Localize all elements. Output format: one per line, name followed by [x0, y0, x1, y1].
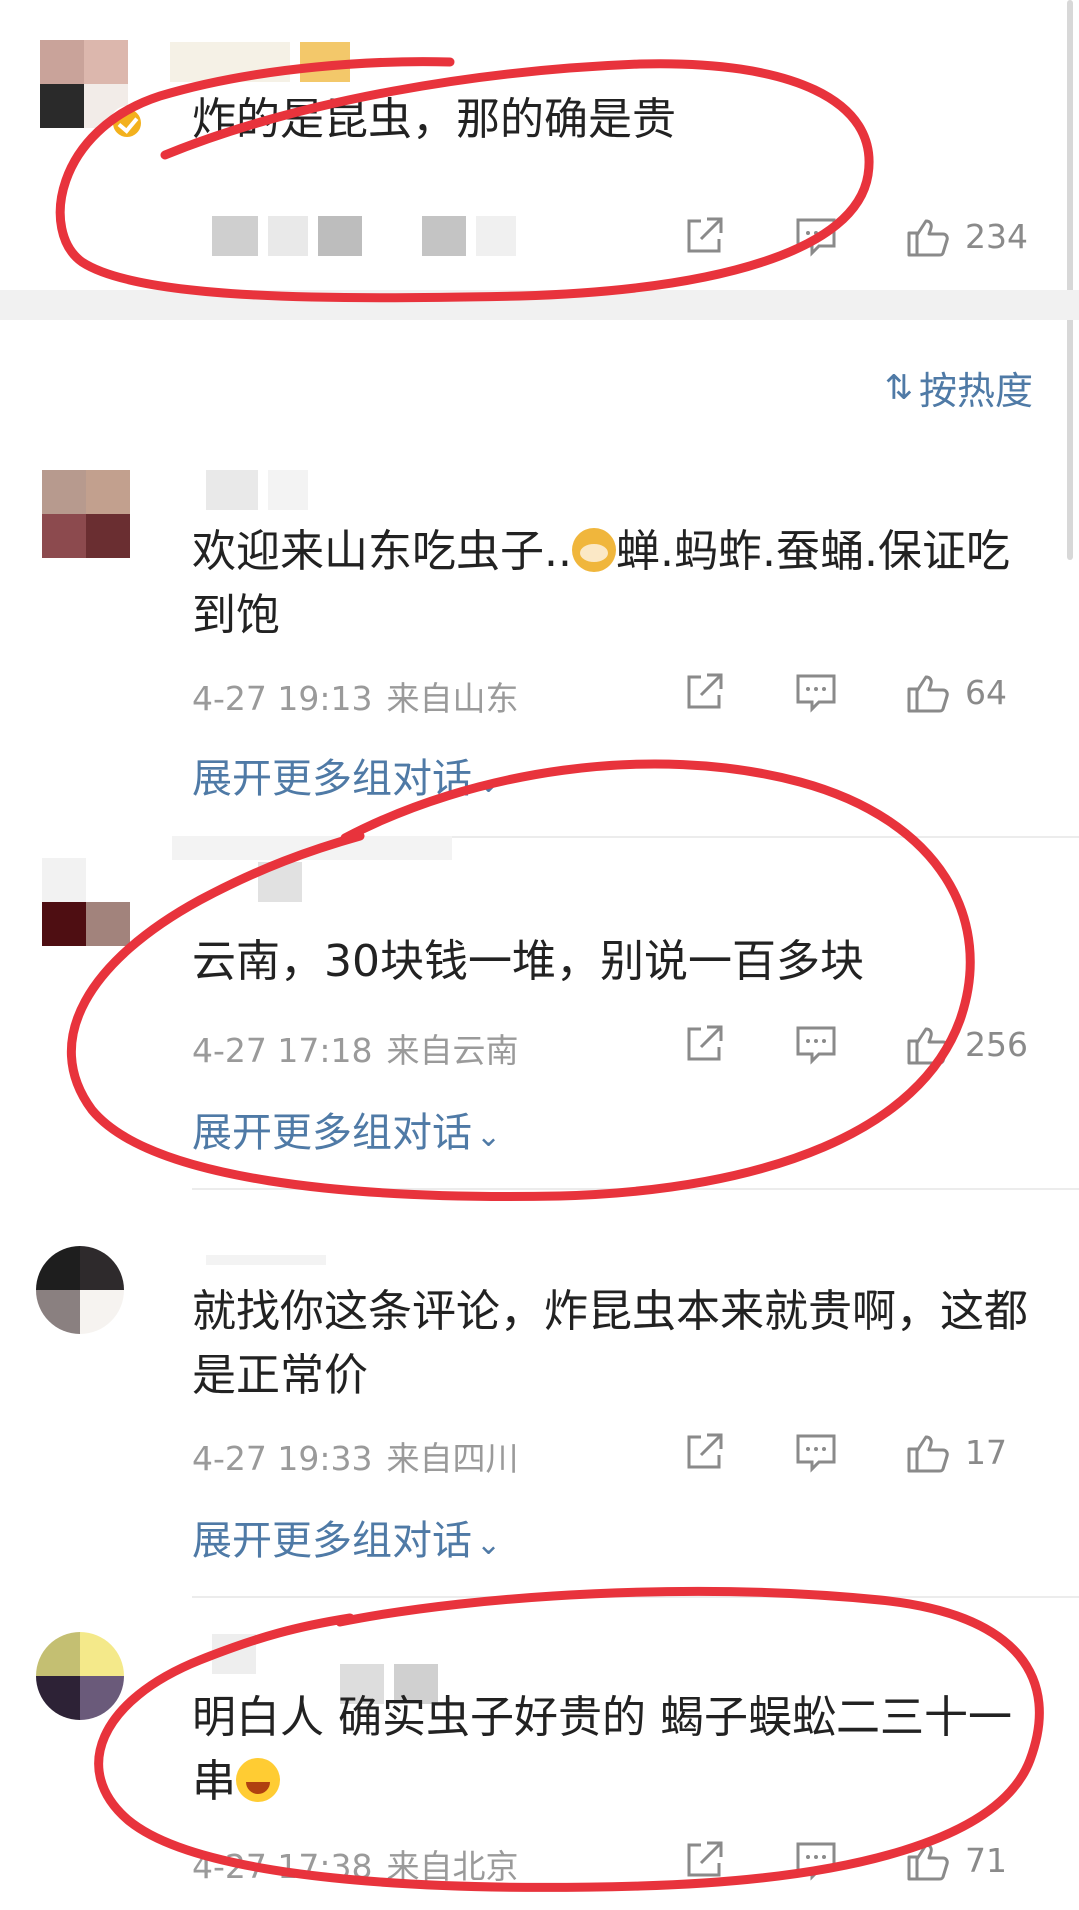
thumbs-up-icon[interactable]: [905, 1837, 951, 1883]
comment-time: 4-27 19:33: [192, 1439, 373, 1478]
share-icon[interactable]: [681, 1021, 727, 1067]
username-blurred[interactable]: [170, 42, 360, 82]
sort-by-hot-button[interactable]: ⇅ 按热度: [884, 360, 1033, 415]
verified-badge-icon: [110, 106, 144, 140]
laughing-tears-emoji-icon: [236, 1758, 280, 1802]
doge-emoji-icon: [571, 528, 616, 572]
like-count: 17: [965, 1432, 1007, 1472]
comment-icon[interactable]: [793, 1429, 839, 1475]
comment-meta: 4-27 17:18 来自云南: [192, 1024, 519, 1072]
comment-actions: 256: [681, 1016, 1035, 1072]
scrollbar[interactable]: [1067, 0, 1073, 560]
username-blurred: [258, 862, 312, 902]
comment-meta: 4-27 17:38 来自北京: [192, 1840, 519, 1888]
avatar[interactable]: [36, 1246, 124, 1334]
share-icon[interactable]: [681, 669, 727, 715]
username-blurred[interactable]: [206, 470, 318, 510]
expand-label: 展开更多组对话: [192, 1110, 472, 1156]
chevron-down-icon: ⌄: [476, 1119, 502, 1154]
comment-actions: 17: [681, 1424, 1035, 1480]
comment-actions: 234: [681, 208, 1035, 264]
thumbs-up-icon[interactable]: [905, 1429, 951, 1475]
thumbs-up-icon[interactable]: [905, 213, 951, 259]
thumbs-up-icon[interactable]: [905, 1021, 951, 1067]
comment-text: 明白人 确实虫子好贵的 蝎子蜈蚣二三十一串: [192, 1686, 1032, 1814]
comment-text: 炸的是昆虫，那的确是贵: [192, 94, 676, 145]
username-blurred[interactable]: [212, 1634, 266, 1674]
chevron-down-icon: ⌄: [476, 765, 502, 800]
comment-time: 4-27 17:38: [192, 1847, 373, 1886]
comment-time: 4-27 19:13: [192, 679, 373, 718]
comment-icon[interactable]: [793, 213, 839, 259]
sort-label: 按热度: [918, 369, 1033, 413]
chevron-down-icon: ⌄: [476, 1527, 502, 1562]
comment-time: 4-27 17:18: [192, 1031, 373, 1070]
comment-meta: 4-27 19:33 来自四川: [192, 1432, 519, 1480]
avatar[interactable]: [42, 858, 130, 946]
expand-label: 展开更多组对话: [192, 1518, 472, 1564]
comment-actions: 71: [681, 1832, 1035, 1888]
expand-conversation-link[interactable]: 展开更多组对话 ⌄: [192, 746, 501, 804]
like-count: 234: [965, 216, 1028, 256]
share-icon[interactable]: [681, 1429, 727, 1475]
section-divider: [0, 290, 1079, 320]
comment-location: 来自北京: [386, 1847, 519, 1886]
username-blurred[interactable]: [172, 836, 462, 876]
avatar[interactable]: [36, 1632, 124, 1720]
share-icon[interactable]: [681, 1837, 727, 1883]
expand-label: 展开更多组对话: [192, 756, 472, 802]
expand-conversation-link[interactable]: 展开更多组对话 ⌄: [192, 1100, 501, 1158]
sort-icon: ⇅: [884, 367, 913, 408]
comment-text: 欢迎来山东吃虫子.. 蝉.蚂蚱.蚕蛹.保证吃到饱: [192, 520, 1032, 648]
comment-icon[interactable]: [793, 1021, 839, 1067]
comment-icon[interactable]: [793, 1837, 839, 1883]
timestamp-blurred: [212, 216, 526, 256]
comment-location: 来自云南: [386, 1031, 519, 1070]
comment-location: 来自四川: [386, 1439, 519, 1478]
share-icon[interactable]: [681, 213, 727, 259]
divider: [192, 1188, 1079, 1190]
like-count: 256: [965, 1024, 1028, 1064]
like-count: 71: [965, 1840, 1007, 1880]
thumbs-up-icon[interactable]: [905, 669, 951, 715]
divider: [192, 1596, 1079, 1598]
expand-conversation-link[interactable]: 展开更多组对话 ⌄: [192, 1508, 501, 1566]
comment-text: 就找你这条评论，炸昆虫本来就贵啊，这都是正常价: [192, 1286, 1028, 1401]
comment-icon[interactable]: [793, 669, 839, 715]
comment-text: 云南，30块钱一堆，别说一百多块: [192, 936, 864, 987]
comment-text-part: 明白人 确实虫子好贵的 蝎子蜈蚣二三十一串: [192, 1692, 1012, 1807]
comment-meta: 4-27 19:13 来自山东: [192, 672, 519, 720]
comment-location: 来自山东: [386, 679, 519, 718]
comment-actions: 64: [681, 664, 1035, 720]
comment-text-part: 欢迎来山东吃虫子..: [192, 526, 572, 577]
avatar[interactable]: [42, 470, 130, 558]
like-count: 64: [965, 672, 1007, 712]
